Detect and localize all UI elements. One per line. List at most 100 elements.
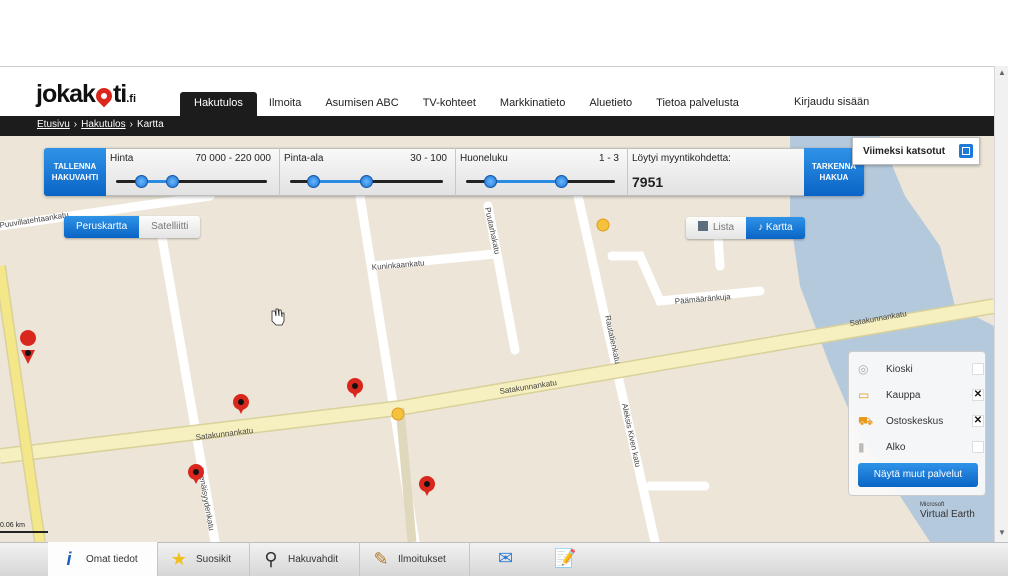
save-label-line2: HAKUVAHTI	[51, 173, 99, 182]
service-checkbox[interactable]: ✕	[972, 389, 984, 401]
save-label-line1: TALLENNA	[53, 162, 97, 171]
service-checkbox[interactable]	[972, 363, 984, 375]
service-alko[interactable]: ▮ Alko	[858, 439, 984, 457]
results-label: Löytyi myyntikohdetta:	[632, 153, 731, 164]
map-roads: Puuvillatehtaankatu Kuninkaankatu Puutar…	[0, 136, 994, 542]
attribution-text: Virtual Earth	[920, 509, 975, 520]
scroll-up-icon[interactable]: ▲	[997, 68, 1007, 78]
refine-label-line2: HAKUA	[819, 173, 849, 182]
nav-item-tietoa-palvelusta[interactable]: Tietoa palvelusta	[644, 92, 751, 116]
slider-range-fill	[491, 180, 561, 183]
street-label: Puutarhakatu	[483, 207, 502, 255]
street-label: Kuninkaankatu	[371, 258, 425, 272]
breadcrumb-etusivu[interactable]: Etusivu	[37, 119, 70, 130]
service-label: Kioski	[886, 364, 913, 375]
map-canvas[interactable]: Puuvillatehtaankatu Kuninkaankatu Puutar…	[0, 136, 994, 542]
listing-marker-icon[interactable]	[419, 476, 435, 496]
nav-item-ilmoita[interactable]: Ilmoita	[257, 92, 313, 116]
scale-label: 0.06 km	[0, 522, 25, 529]
breadcrumb-hakutulos[interactable]: Hakutulos	[81, 119, 125, 130]
scroll-down-icon[interactable]: ▼	[997, 528, 1007, 538]
breadcrumb-kartta: Kartta	[136, 119, 164, 130]
nav-item-asumisen-abc[interactable]: Asumisen ABC	[313, 92, 410, 116]
nav-item-markkinatieto[interactable]: Markkinatieto	[488, 92, 577, 116]
service-ostoskeskus[interactable]: ⛟ Ostoskeskus ✕	[858, 413, 984, 431]
slider-min-handle[interactable]	[135, 175, 148, 188]
location-pin-icon	[92, 84, 116, 108]
show-more-services-button[interactable]: Näytä muut palvelut	[858, 463, 978, 487]
street-label: Puuvillatehtaankatu	[0, 210, 69, 230]
my-info-label: Omat tiedot	[86, 553, 138, 565]
my-listings-label: Ilmoitukset	[398, 553, 446, 565]
service-kauppa[interactable]: ▭ Kauppa ✕	[858, 387, 984, 405]
favorites-button[interactable]: ★ Suosikit	[158, 542, 250, 576]
slider-min-handle[interactable]	[484, 175, 497, 188]
street-label: Aleksis Kiven katu	[620, 403, 642, 468]
filter-range: 70 000 - 220 000	[195, 153, 271, 164]
recently-viewed-label: Viimeksi katsotut	[863, 146, 946, 157]
service-checkbox[interactable]: ✕	[972, 415, 984, 427]
results-summary: Löytyi myyntikohdetta: 7951	[628, 148, 804, 196]
logo-text-part2: ti	[112, 80, 127, 108]
view-type-map[interactable]: ♪ Kartta	[746, 217, 805, 239]
main-navigation: Hakutulos Ilmoita Asumisen ABC TV-kohtee…	[180, 92, 751, 116]
my-listings-button[interactable]: ✎ Ilmoitukset	[360, 542, 470, 576]
filter-label: Pinta-ala	[284, 153, 324, 164]
shop-icon: ▭	[858, 388, 870, 402]
poi-icon[interactable]	[391, 407, 405, 421]
site-logo[interactable]: jokak ti.fi	[36, 80, 136, 109]
refine-label-line1: TARKENNA	[811, 162, 857, 171]
slider-max-handle[interactable]	[555, 175, 568, 188]
filter-label: Hinta	[110, 153, 134, 164]
logo-suffix: .fi	[126, 93, 136, 105]
list-icon	[698, 221, 708, 231]
search-alerts-button[interactable]: ⚲ Hakuvahdit	[250, 542, 360, 576]
listing-marker-icon[interactable]	[233, 394, 249, 414]
favorites-label: Suosikit	[196, 553, 232, 565]
nav-item-aluetieto[interactable]: Aluetieto	[577, 92, 644, 116]
save-search-alert-button[interactable]: TALLENNA HAKUVAHTI	[44, 148, 106, 196]
hand-cursor-icon	[271, 308, 285, 326]
notepad-icon[interactable]: 📝	[554, 548, 576, 569]
service-label: Ostoskeskus	[886, 416, 944, 427]
listing-marker-icon[interactable]	[20, 330, 37, 364]
map-attribution: Microsoft Virtual Earth	[920, 500, 975, 520]
filter-label: Huoneluku	[460, 153, 508, 164]
kiosk-icon: ◎	[858, 362, 869, 376]
nav-item-hakutulos[interactable]: Hakutulos	[180, 92, 257, 116]
service-checkbox[interactable]	[972, 441, 984, 453]
filter-range: 30 - 100	[410, 153, 447, 164]
map-pin-icon: ♪	[758, 222, 766, 233]
bottle-icon: ▮	[858, 440, 865, 454]
mail-icon[interactable]: ✉	[498, 548, 513, 569]
map-type-basic[interactable]: Peruskartta	[64, 216, 140, 238]
magnifier-icon: ⚲	[264, 548, 278, 569]
vertical-scrollbar[interactable]: ▲ ▼	[994, 66, 1008, 542]
nav-item-tv-kohteet[interactable]: TV-kohteet	[411, 92, 488, 116]
street-label: Päämääränkuja	[674, 292, 731, 306]
map-type-toggle: Peruskartta Satelliitti	[64, 216, 201, 238]
slider-min-handle[interactable]	[307, 175, 320, 188]
window-icon	[959, 144, 973, 158]
view-type-map-label: Kartta	[765, 222, 793, 233]
login-link[interactable]: Kirjaudu sisään	[794, 96, 869, 108]
view-type-toggle: Lista ♪ Kartta	[686, 217, 805, 239]
my-info-button[interactable]: i Omat tiedot	[48, 542, 158, 576]
star-icon: ★	[170, 548, 188, 569]
listing-marker-icon[interactable]	[347, 378, 363, 398]
slider-range-fill	[313, 180, 367, 183]
filter-rooms: Huoneluku 1 - 3	[456, 148, 628, 196]
map-type-satellite[interactable]: Satelliitti	[139, 216, 201, 238]
recently-viewed-button[interactable]: Viimeksi katsotut	[852, 137, 980, 165]
service-kioski[interactable]: ◎ Kioski	[858, 361, 984, 379]
service-label: Kauppa	[886, 390, 921, 401]
slider-max-handle[interactable]	[360, 175, 373, 188]
filter-area: Pinta-ala 30 - 100	[280, 148, 456, 196]
breadcrumb: Etusivu › Hakutulos › Kartta	[37, 119, 164, 130]
slider-max-handle[interactable]	[166, 175, 179, 188]
view-type-list-label: Lista	[713, 222, 735, 233]
view-type-list[interactable]: Lista	[686, 217, 747, 239]
poi-icon[interactable]	[596, 218, 610, 232]
service-label: Alko	[886, 442, 906, 453]
breadcrumb-separator: ›	[73, 119, 78, 130]
